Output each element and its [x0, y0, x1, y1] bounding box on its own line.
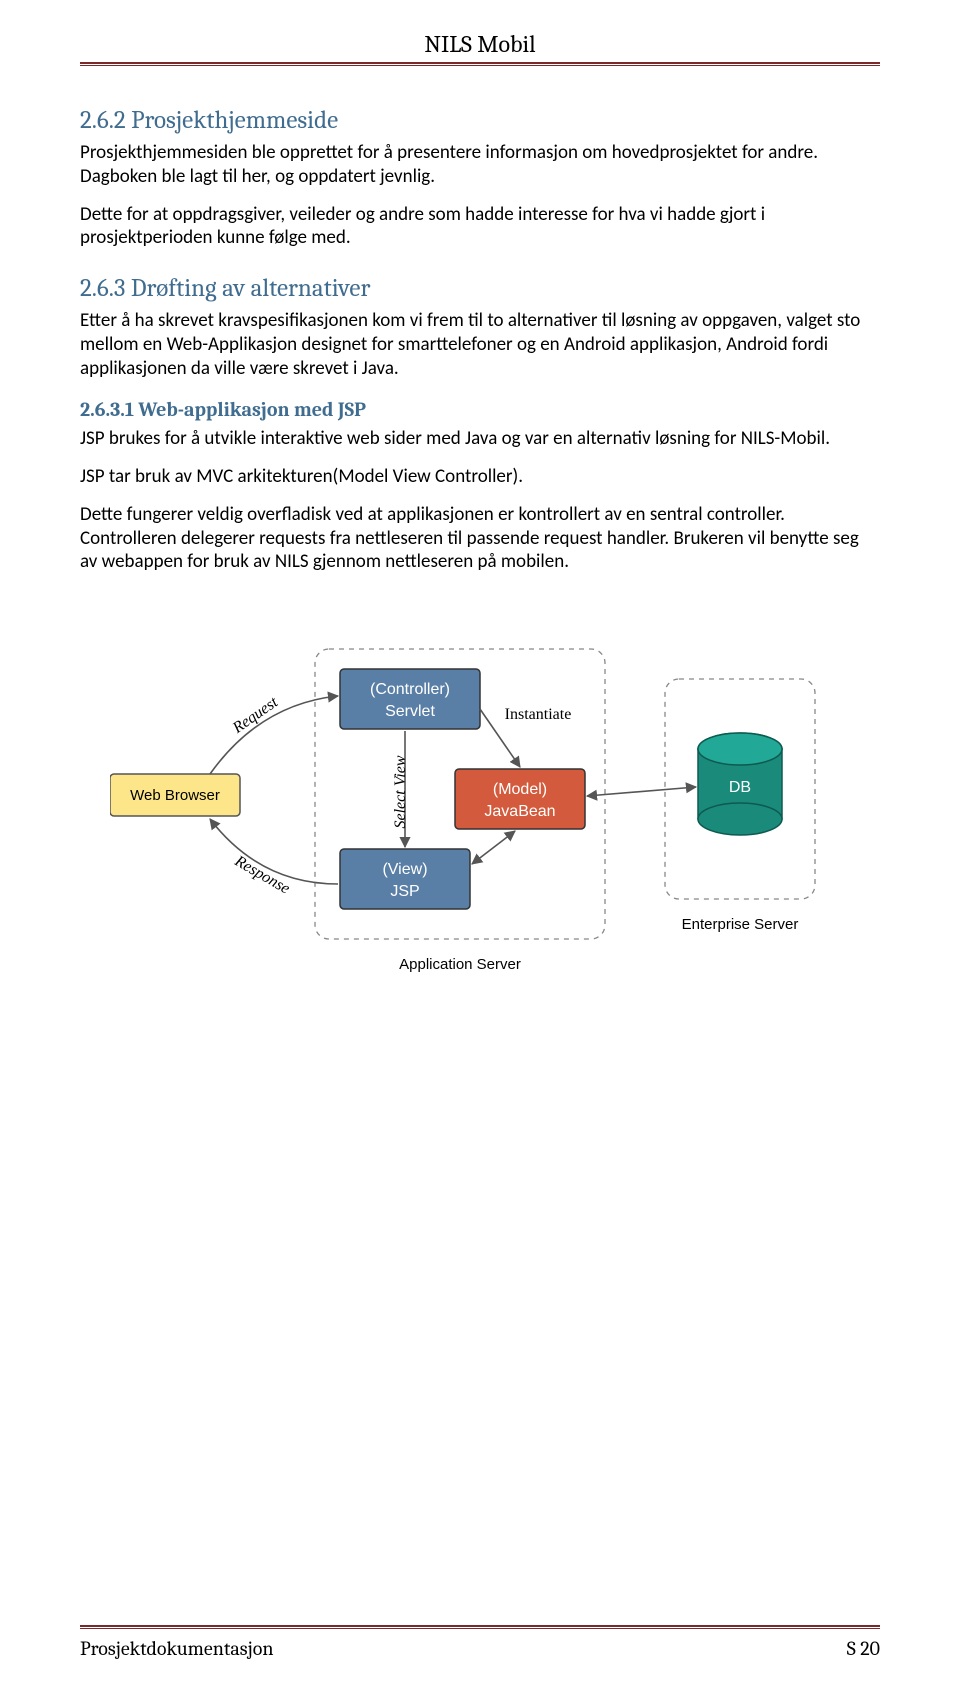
controller-line1: (Controller)	[370, 681, 450, 698]
db-label: DB	[729, 779, 751, 796]
page-content: NILS Mobil 2.6.2 Prosjekthjemmeside Pros…	[0, 0, 960, 1014]
view-line2: JSP	[390, 883, 419, 900]
model-line1: (Model)	[493, 781, 547, 798]
select-view-label: Select View	[392, 755, 409, 828]
app-server-label: Application Server	[399, 956, 521, 973]
para-2-6-2-2: Dette for at oppdragsgiver, veileder og …	[80, 203, 880, 251]
para-2-6-2-1: Prosjekthjemmesiden ble opprettet for å …	[80, 141, 880, 189]
model-line2: JavaBean	[484, 803, 555, 820]
para-2-6-3-1: Etter å ha skrevet kravspesifikasjonen k…	[80, 309, 880, 380]
page-footer: Prosjektdokumentasjon S 20	[80, 1625, 880, 1660]
para-2-6-3-1-c: Dette fungerer veldig overfladisk ved at…	[80, 503, 880, 574]
para-2-6-3-1-a: JSP brukes for å utvikle interaktive web…	[80, 427, 880, 451]
model-box	[455, 769, 585, 829]
enterprise-server-label: Enterprise Server	[682, 916, 799, 933]
para-2-6-3-1-b: JSP tar bruk av MVC arkitekturen(Model V…	[80, 465, 880, 489]
heading-2-6-3: 2.6.3 Drøfting av alternativer	[80, 274, 880, 303]
view-box	[340, 849, 470, 909]
footer-rule	[80, 1625, 880, 1629]
footer-right: S 20	[847, 1637, 880, 1660]
db-icon: DB	[698, 733, 782, 835]
web-browser-label: Web Browser	[130, 787, 220, 804]
page-header-title: NILS Mobil	[80, 30, 880, 58]
heading-2-6-3-1: 2.6.3.1 Web-applikasjon med JSP	[80, 398, 880, 421]
arrow-view-model	[472, 831, 515, 864]
mvc-diagram: Application Server Enterprise Server Web…	[80, 624, 880, 1014]
view-line1: (View)	[382, 861, 427, 878]
footer-left: Prosjektdokumentasjon	[80, 1637, 273, 1660]
controller-box	[340, 669, 480, 729]
header-rule	[80, 62, 880, 66]
controller-line2: Servlet	[385, 703, 435, 720]
instantiate-label: Instantiate	[505, 706, 572, 723]
arrow-model-db	[587, 787, 696, 796]
heading-2-6-2: 2.6.2 Prosjekthjemmeside	[80, 106, 880, 135]
